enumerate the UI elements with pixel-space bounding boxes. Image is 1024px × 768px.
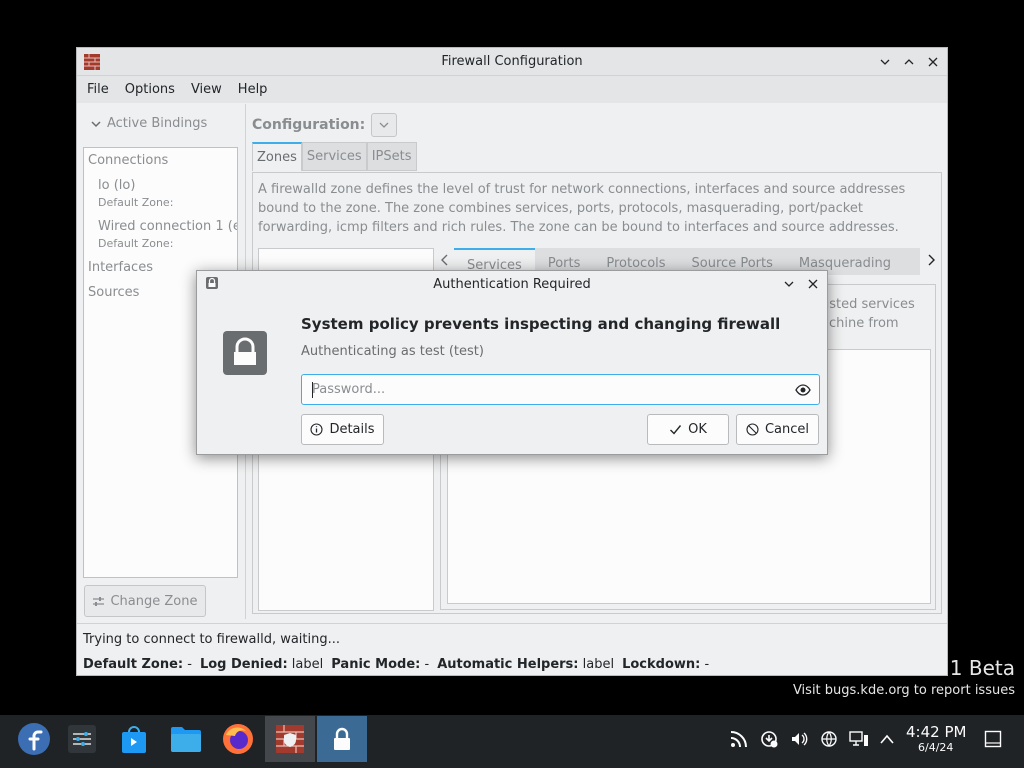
firewall-icon: [276, 725, 304, 753]
menubar: File Options View Help: [77, 76, 947, 103]
dialog-subtext: Authenticating as test (test): [301, 344, 484, 359]
chevron-up-icon[interactable]: [876, 728, 898, 750]
log-denied-value: label: [291, 657, 324, 672]
chevron-down-icon: [379, 122, 389, 128]
ok-label: OK: [688, 422, 707, 437]
details-button[interactable]: Details: [301, 414, 384, 445]
kde-bug-report-watermark: Visit bugs.kde.org to report issues: [792, 683, 1015, 698]
password-field[interactable]: [301, 374, 820, 405]
system-settings-taskbar-button[interactable]: [57, 716, 107, 762]
details-label: Details: [329, 422, 375, 437]
ok-button[interactable]: OK: [647, 414, 729, 445]
log-denied-label: Log Denied:: [199, 657, 288, 672]
auth-dialog-taskbar-button[interactable]: [317, 716, 367, 762]
display-icon[interactable]: [848, 728, 870, 750]
lockdown-value: -: [704, 657, 710, 672]
main-tabs: Zones Services IPSets: [252, 142, 417, 171]
tab-services[interactable]: Services: [301, 142, 367, 171]
default-zone-label: Default Zone:: [83, 657, 184, 672]
checkmark-icon: [670, 425, 682, 435]
minimize-icon[interactable]: [875, 52, 895, 72]
tab-zones[interactable]: Zones: [252, 142, 302, 171]
firewall-app-icon: [84, 54, 100, 70]
minimize-icon[interactable]: [779, 274, 799, 294]
connection-wired-zone: Default Zone:: [98, 237, 174, 250]
statusbar: Trying to connect to firewalld, waiting.…: [77, 623, 947, 675]
discover-taskbar-button[interactable]: [109, 716, 159, 762]
lock-icon: [223, 331, 267, 375]
close-icon[interactable]: [803, 274, 823, 294]
clock-date[interactable]: 6/4/24: [918, 741, 953, 754]
configuration-row: Configuration:: [252, 113, 398, 137]
firewall-taskbar-button[interactable]: [265, 716, 315, 762]
cancel-label: Cancel: [764, 422, 810, 437]
menu-options[interactable]: Options: [119, 78, 181, 101]
services-description: usted services achine from: [821, 295, 915, 333]
show-desktop-icon[interactable]: [982, 728, 1004, 750]
active-bindings-toggle[interactable]: Active Bindings: [91, 116, 207, 131]
maximize-icon[interactable]: [899, 52, 919, 72]
update-icon[interactable]: [758, 728, 780, 750]
configuration-combo[interactable]: [371, 113, 398, 137]
close-icon[interactable]: [923, 52, 943, 72]
menu-file[interactable]: File: [81, 78, 115, 101]
sources-header[interactable]: Sources: [88, 285, 139, 300]
automatic-helpers-value: label: [582, 657, 615, 672]
taskbar: 4:42 PM 6/4/24: [0, 715, 1024, 768]
menu-view[interactable]: View: [185, 78, 228, 101]
window-title: Firewall Configuration: [441, 54, 583, 69]
sliders-icon: [93, 596, 105, 606]
status-fields: Default Zone: - Log Denied: label Panic …: [83, 657, 709, 672]
lock-icon: [334, 727, 350, 750]
dialog-titlebar[interactable]: Authentication Required: [197, 271, 827, 297]
password-input[interactable]: [312, 375, 782, 404]
fedora-icon: [18, 723, 50, 755]
change-zone-label: Change Zone: [110, 593, 198, 609]
tab-ipsets[interactable]: IPSets: [366, 142, 417, 171]
lockdown-label: Lockdown:: [622, 657, 701, 672]
rss-icon[interactable]: [728, 728, 750, 750]
window-titlebar[interactable]: Firewall Configuration: [77, 48, 947, 76]
volume-icon[interactable]: [788, 728, 810, 750]
dialog-title: Authentication Required: [433, 276, 591, 292]
default-zone-value: -: [187, 657, 192, 672]
files-taskbar-button[interactable]: [161, 716, 211, 762]
panic-mode-value: -: [424, 657, 430, 672]
interfaces-header[interactable]: Interfaces: [88, 260, 153, 275]
connection-lo[interactable]: lo (lo): [98, 178, 135, 193]
menu-help[interactable]: Help: [232, 78, 274, 101]
authentication-dialog: Authentication Required System policy pr…: [196, 270, 828, 455]
lock-icon: [206, 277, 218, 289]
services-description-line1: usted services: [821, 297, 915, 312]
firefox-taskbar-button[interactable]: [213, 716, 263, 762]
zone-description: A firewalld zone defines the level of tr…: [258, 182, 906, 235]
configuration-label: Configuration:: [252, 117, 366, 133]
show-password-icon[interactable]: [795, 382, 811, 398]
dialog-heading: System policy prevents inspecting and ch…: [301, 315, 781, 333]
text-caret: [312, 382, 313, 398]
chevron-left-icon[interactable]: [440, 254, 450, 270]
discover-icon: [122, 726, 146, 753]
cancel-icon: [746, 423, 759, 436]
chevron-right-icon[interactable]: [926, 254, 936, 270]
fedora-launcher-button[interactable]: [9, 716, 59, 762]
cancel-button[interactable]: Cancel: [736, 414, 819, 445]
system-settings-icon: [68, 725, 96, 753]
services-description-line2: achine from: [821, 316, 899, 331]
info-icon: [310, 423, 324, 436]
network-icon[interactable]: [818, 728, 840, 750]
files-icon: [171, 727, 201, 752]
connection-lo-zone: Default Zone:: [98, 196, 174, 209]
status-message: Trying to connect to firewalld, waiting.…: [83, 632, 341, 647]
panic-mode-label: Panic Mode:: [331, 657, 421, 672]
clock-time[interactable]: 4:42 PM: [906, 723, 966, 741]
chevron-down-icon: [91, 120, 101, 127]
automatic-helpers-label: Automatic Helpers:: [437, 657, 579, 672]
change-zone-button[interactable]: Change Zone: [84, 585, 206, 617]
firefox-icon: [223, 724, 253, 754]
connections-header[interactable]: Connections: [88, 153, 168, 168]
active-bindings-label: Active Bindings: [107, 116, 208, 131]
connection-wired[interactable]: Wired connection 1 (en: [98, 219, 237, 234]
